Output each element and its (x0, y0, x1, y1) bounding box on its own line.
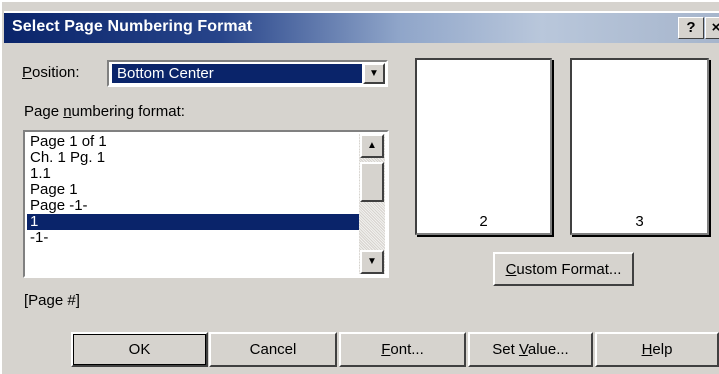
list-item[interactable]: Page -1- (27, 198, 360, 214)
dialog-title: Select Page Numbering Format (12, 18, 253, 35)
dropdown-arrow-icon[interactable]: ▼ (363, 63, 385, 84)
position-label: Position: (22, 64, 80, 81)
vertical-scrollbar[interactable]: ▲ ▼ (359, 134, 385, 274)
position-dropdown[interactable]: Bottom Center ▼ (107, 60, 388, 87)
format-listbox[interactable]: Page 1 of 1 Ch. 1 Pg. 1 1.1 Page 1 Page … (23, 130, 389, 278)
list-item[interactable]: Page 1 of 1 (27, 134, 360, 150)
scroll-up-icon[interactable]: ▲ (360, 134, 384, 158)
format-list-items: Page 1 of 1 Ch. 1 Pg. 1 1.1 Page 1 Page … (27, 134, 360, 246)
cancel-button[interactable]: Cancel (209, 332, 337, 367)
custom-format-button[interactable]: Custom Format... (493, 252, 634, 286)
list-item-selected[interactable]: 1 (27, 214, 360, 230)
format-label: Page numbering format: (24, 103, 185, 120)
close-button[interactable]: × (705, 17, 719, 39)
ok-button[interactable]: OK (71, 332, 208, 367)
help-button[interactable]: Help (595, 332, 719, 367)
preview-page-left: 2 (415, 58, 552, 235)
list-item[interactable]: -1- (27, 230, 360, 246)
help-title-button[interactable]: ? (678, 17, 704, 39)
preview-page-number-left: 2 (479, 213, 488, 230)
page-code-text: [Page #] (24, 292, 80, 309)
page-numbering-dialog: Select Page Numbering Format ? × Positio… (0, 0, 719, 374)
font-button[interactable]: Font... (339, 332, 466, 367)
preview-page-number-right: 3 (635, 213, 644, 230)
list-item[interactable]: 1.1 (27, 166, 360, 182)
scroll-down-icon[interactable]: ▼ (360, 250, 384, 274)
set-value-button[interactable]: Set Value... (468, 332, 593, 367)
list-item[interactable]: Ch. 1 Pg. 1 (27, 150, 360, 166)
scroll-thumb[interactable] (360, 162, 384, 202)
preview-page-right: 3 (570, 58, 709, 235)
position-value: Bottom Center (112, 64, 362, 83)
title-bar[interactable]: Select Page Numbering Format ? × (4, 11, 719, 43)
list-item[interactable]: Page 1 (27, 182, 360, 198)
